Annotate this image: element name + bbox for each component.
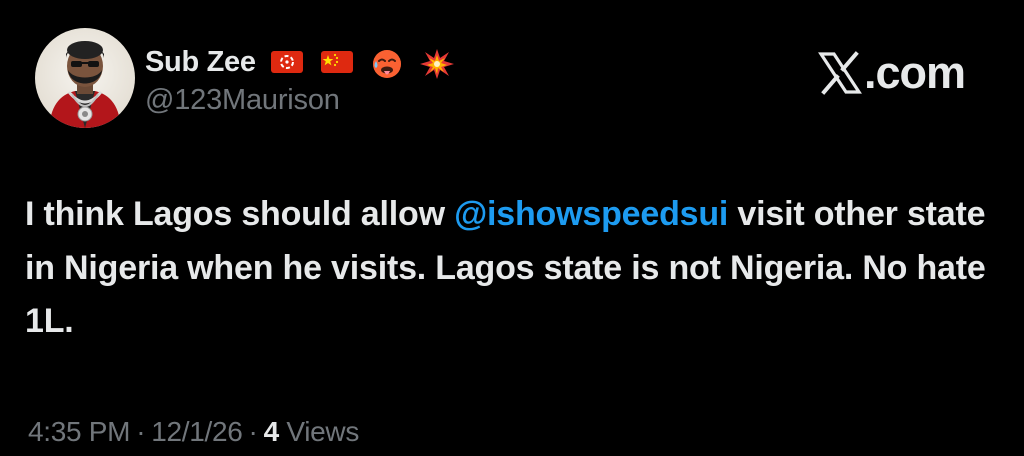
- brand-watermark: .com: [818, 47, 966, 98]
- views-count: 4: [263, 416, 280, 447]
- tweet-time[interactable]: 4:35 PM: [28, 416, 130, 447]
- hot-face-emoji-icon: [368, 47, 406, 78]
- china-flag-icon: [318, 47, 356, 77]
- tweet-meta: 4:35 PM · 12/1/26 · 4 Views: [28, 416, 359, 448]
- tweet-date[interactable]: 12/1/26: [151, 416, 243, 447]
- meta-separator: ·: [136, 416, 146, 447]
- meta-separator: ·: [248, 416, 258, 447]
- x-logo-icon: [818, 51, 862, 95]
- views-label: Views: [286, 416, 360, 447]
- author-handle[interactable]: @123Maurison: [145, 84, 340, 117]
- collision-emoji-icon: [418, 47, 456, 79]
- avatar[interactable]: [35, 28, 135, 128]
- tweet-text: I think Lagos should allow @ishowspeedsu…: [25, 188, 1000, 349]
- author-name-row: Sub Zee: [145, 42, 456, 82]
- author-display-name[interactable]: Sub Zee: [145, 46, 256, 79]
- hong-kong-flag-icon: [268, 47, 306, 77]
- tweet-text-before: I think Lagos should allow: [25, 195, 455, 233]
- mention-link[interactable]: @ishowspeedsui: [454, 195, 728, 233]
- brand-domain-text: .com: [864, 47, 966, 98]
- tweet-card: Sub Zee @123Maurison .com I think Lagos …: [0, 0, 1024, 456]
